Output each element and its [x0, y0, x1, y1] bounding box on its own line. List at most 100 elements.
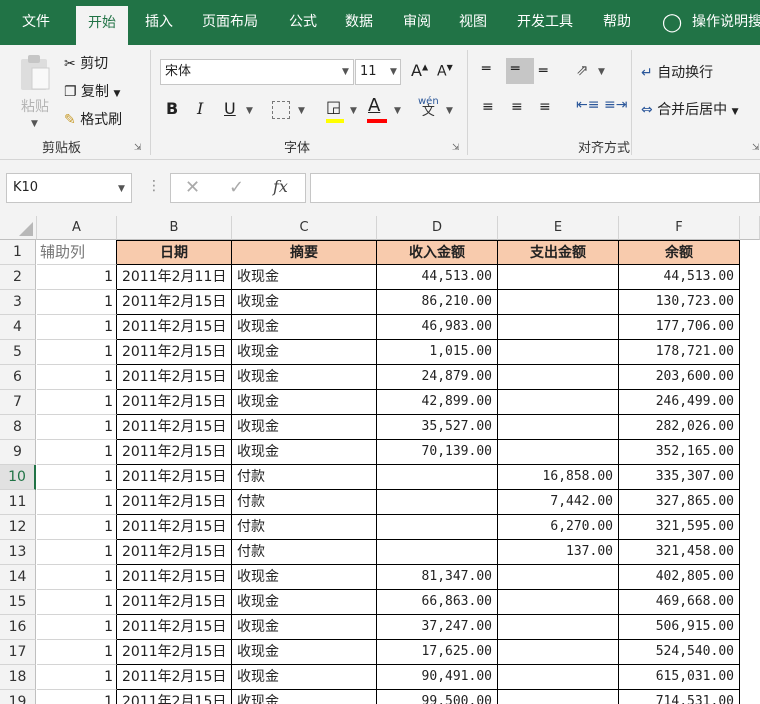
- cell-income[interactable]: [377, 515, 498, 540]
- formula-input[interactable]: [310, 173, 760, 203]
- column-header-d[interactable]: D: [377, 216, 498, 240]
- cell-balance[interactable]: 177,706.00: [619, 315, 740, 340]
- tab-page-layout[interactable]: 页面布局: [202, 0, 258, 45]
- row-header[interactable]: 16: [0, 615, 36, 640]
- cell-date[interactable]: 2011年2月15日: [117, 665, 232, 690]
- cell-date[interactable]: 2011年2月15日: [117, 390, 232, 415]
- enter-check-icon[interactable]: ✓: [229, 177, 244, 198]
- cell-balance[interactable]: 246,499.00: [619, 390, 740, 415]
- row-header[interactable]: 1: [0, 240, 36, 265]
- cell-expense[interactable]: 16,858.00: [498, 465, 619, 490]
- cell-expense[interactable]: [498, 390, 619, 415]
- row-header[interactable]: 15: [0, 590, 36, 615]
- cell-income[interactable]: 44,513.00: [377, 265, 498, 290]
- cell-income[interactable]: 46,983.00: [377, 315, 498, 340]
- cell-income[interactable]: 17,625.00: [377, 640, 498, 665]
- cell-expense[interactable]: [498, 415, 619, 440]
- cell-date[interactable]: 2011年2月15日: [117, 565, 232, 590]
- header-balance[interactable]: 余额: [619, 240, 740, 265]
- chevron-down-icon[interactable]: ▼: [394, 106, 401, 116]
- header-income[interactable]: 收入金额: [377, 240, 498, 265]
- cell-date[interactable]: 2011年2月15日: [117, 690, 232, 704]
- cell-date[interactable]: 2011年2月15日: [117, 440, 232, 465]
- chevron-down-icon[interactable]: ▼: [113, 89, 120, 99]
- cell-summary[interactable]: 收现金: [232, 265, 377, 290]
- cell-date[interactable]: 2011年2月15日: [117, 615, 232, 640]
- row-header[interactable]: 6: [0, 365, 36, 390]
- cell-expense[interactable]: [498, 665, 619, 690]
- more-options-icon[interactable]: ⋮: [147, 178, 161, 194]
- cell-helper[interactable]: 1: [37, 665, 117, 690]
- cell-date[interactable]: 2011年2月15日: [117, 340, 232, 365]
- font-name-combo[interactable]: 宋体: [160, 59, 354, 85]
- cell-date[interactable]: 2011年2月15日: [117, 465, 232, 490]
- cell-date[interactable]: 2011年2月15日: [117, 590, 232, 615]
- copy-button[interactable]: ❐ 复制 ▼: [64, 81, 120, 101]
- cell-helper[interactable]: 1: [37, 290, 117, 315]
- cell-summary[interactable]: 收现金: [232, 665, 377, 690]
- cell-balance[interactable]: 203,600.00: [619, 365, 740, 390]
- cell-balance[interactable]: 352,165.00: [619, 440, 740, 465]
- row-header[interactable]: 2: [0, 265, 36, 290]
- cell-summary[interactable]: 收现金: [232, 590, 377, 615]
- chevron-down-icon[interactable]: ▼: [350, 106, 357, 116]
- cell-balance[interactable]: 524,540.00: [619, 640, 740, 665]
- cell-income[interactable]: 99,500.00: [377, 690, 498, 704]
- cell-helper[interactable]: 1: [37, 565, 117, 590]
- align-top-icon[interactable]: ═: [482, 61, 491, 77]
- cell-income[interactable]: 81,347.00: [377, 565, 498, 590]
- chevron-down-icon[interactable]: ▼: [246, 106, 253, 116]
- row-header[interactable]: 3: [0, 290, 36, 315]
- italic-button[interactable]: I: [197, 99, 203, 118]
- cut-button[interactable]: ✂ 剪切: [64, 53, 108, 73]
- cell-summary[interactable]: 收现金: [232, 615, 377, 640]
- tab-developer[interactable]: 开发工具: [517, 0, 573, 45]
- row-header[interactable]: 17: [0, 640, 36, 665]
- merge-center-button[interactable]: ⇔ 合并后居中 ▼: [641, 99, 739, 119]
- cell-helper[interactable]: 1: [37, 690, 117, 704]
- increase-indent-icon[interactable]: ≡⇥: [604, 97, 627, 113]
- select-all-button[interactable]: [0, 216, 37, 240]
- cell-income[interactable]: 35,527.00: [377, 415, 498, 440]
- row-header[interactable]: 18: [0, 665, 36, 690]
- insert-function-icon[interactable]: fx: [273, 177, 288, 196]
- cell-helper[interactable]: 1: [37, 640, 117, 665]
- tab-review[interactable]: 审阅: [403, 0, 431, 45]
- cell-date[interactable]: 2011年2月15日: [117, 290, 232, 315]
- cell-income[interactable]: 86,210.00: [377, 290, 498, 315]
- cell-helper[interactable]: 1: [37, 365, 117, 390]
- chevron-down-icon[interactable]: ▼: [732, 107, 739, 117]
- chevron-down-icon[interactable]: ▼: [118, 184, 125, 194]
- align-right-icon[interactable]: ≡: [539, 99, 551, 115]
- cell-balance[interactable]: 714,531.00: [619, 690, 740, 704]
- cell-income[interactable]: 37,247.00: [377, 615, 498, 640]
- cell-summary[interactable]: 收现金: [232, 315, 377, 340]
- header-expense[interactable]: 支出金额: [498, 240, 619, 265]
- cell-date[interactable]: 2011年2月11日: [117, 265, 232, 290]
- cell-expense[interactable]: [498, 590, 619, 615]
- cell-summary[interactable]: 收现金: [232, 365, 377, 390]
- cell-balance[interactable]: 321,595.00: [619, 515, 740, 540]
- cell-summary[interactable]: 收现金: [232, 565, 377, 590]
- column-header-b[interactable]: B: [117, 216, 232, 240]
- cell-income[interactable]: 70,139.00: [377, 440, 498, 465]
- dialog-launcher-icon[interactable]: ⇲: [134, 143, 142, 153]
- chevron-down-icon[interactable]: ▼: [446, 106, 453, 116]
- cell-income[interactable]: 66,863.00: [377, 590, 498, 615]
- cell-expense[interactable]: [498, 315, 619, 340]
- underline-button[interactable]: U: [224, 99, 236, 118]
- cell-summary[interactable]: 付款: [232, 465, 377, 490]
- cell-expense[interactable]: [498, 440, 619, 465]
- cell-helper[interactable]: 1: [37, 315, 117, 340]
- cell-summary[interactable]: 收现金: [232, 290, 377, 315]
- borders-icon[interactable]: [272, 101, 290, 119]
- cell-summary[interactable]: 收现金: [232, 415, 377, 440]
- cell-date[interactable]: 2011年2月15日: [117, 365, 232, 390]
- cell-helper[interactable]: 1: [37, 540, 117, 565]
- cell-helper[interactable]: 1: [37, 615, 117, 640]
- cell-expense[interactable]: [498, 690, 619, 704]
- cell-helper[interactable]: 1: [37, 465, 117, 490]
- paste-button[interactable]: 粘贴: [14, 53, 56, 117]
- cell-date[interactable]: 2011年2月15日: [117, 415, 232, 440]
- cell-income[interactable]: 42,899.00: [377, 390, 498, 415]
